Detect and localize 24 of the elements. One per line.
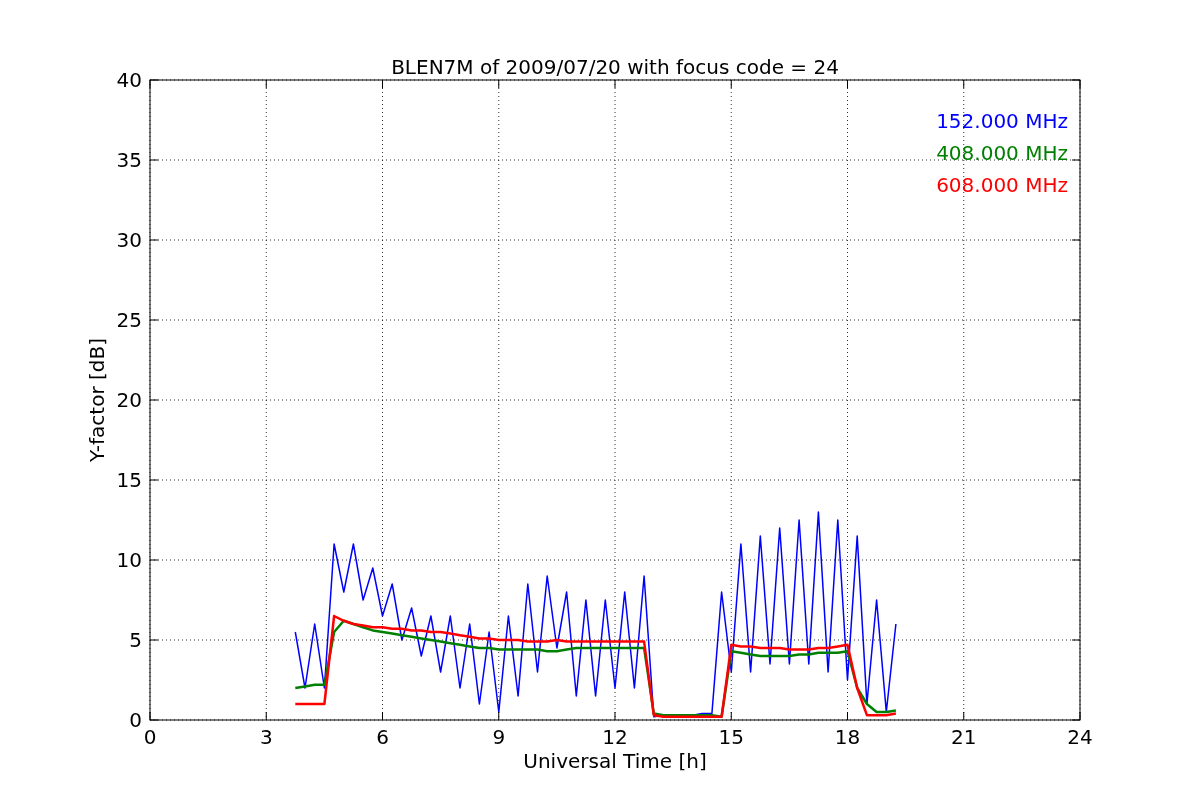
tick-label: 9 [492,725,506,749]
tick-label: 21 [951,725,977,749]
tick-label: 40 [116,68,142,92]
tick-label: 15 [116,468,142,492]
tick-label: 0 [129,708,142,732]
tick-label: 25 [116,308,142,332]
axis-label: Y-factor [dB] [85,338,109,462]
tick-label: 20 [116,388,142,412]
tick-label: 5 [129,628,142,652]
axis-label: Universal Time [h] [523,749,707,773]
tick-label: 6 [376,725,389,749]
tick-label: 35 [116,148,142,172]
tick-label: 10 [116,548,142,572]
tick-label: 30 [116,228,142,252]
tick-label: 3 [259,725,273,749]
tick-label: 24 [1067,725,1093,749]
chart-title: BLEN7M of 2009/07/20 with focus code = 24 [391,55,839,79]
tick-label: 18 [834,725,861,749]
legend-entry: 152.000 MHz [936,109,1068,133]
tick-label: 12 [602,725,628,749]
tick-label: 0 [143,725,157,749]
legend-entry: 408.000 MHz [936,141,1068,165]
legend-entry: 608.000 MHz [936,173,1068,197]
tick-label: 15 [718,725,744,749]
